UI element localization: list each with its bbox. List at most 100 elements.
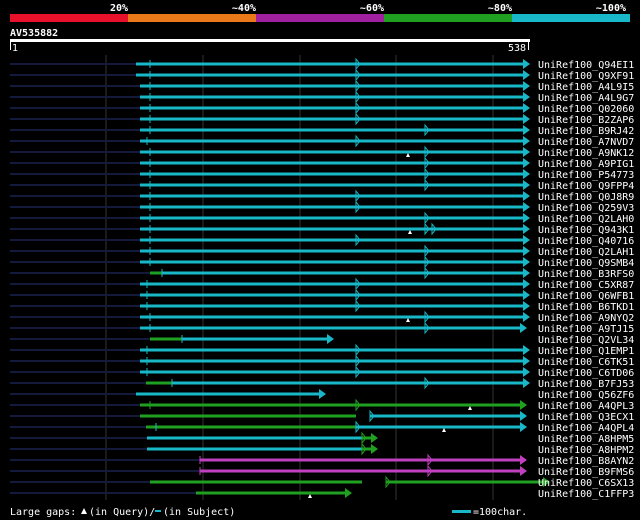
hit-row[interactable]: UniRef100_A4L9I5 (10, 79, 634, 93)
hit-label[interactable]: UniRef100_C5XR87 (538, 280, 634, 291)
hit-label[interactable]: UniRef100_Q1EMP1 (538, 346, 634, 357)
hit-label[interactable]: UniRef100_B2ZAP6 (538, 115, 634, 126)
hit-label[interactable]: UniRef100_Q9SMB4 (538, 258, 634, 269)
hit-label[interactable]: UniRef100_B6TKD1 (538, 302, 634, 313)
hit-row[interactable]: UniRef100_A9NYQ2 (10, 310, 634, 324)
hit-row[interactable]: UniRef100_Q9XF91 (10, 68, 634, 82)
hit-row[interactable]: UniRef100_B2ZAP6 (10, 112, 634, 126)
hit-label[interactable]: UniRef100_Q2LAH0 (538, 214, 634, 225)
hit-label[interactable]: UniRef100_A4L9I5 (538, 82, 634, 93)
strand-arrow-icon (520, 323, 527, 333)
hit-label[interactable]: UniRef100_Q2VL34 (538, 335, 634, 346)
hit-row[interactable]: UniRef100_B8AYN2 (10, 453, 634, 467)
hit-label[interactable]: UniRef100_Q56ZF6 (538, 390, 634, 401)
hit-row[interactable]: UniRef100_A4L9G7 (10, 90, 634, 104)
hit-label[interactable]: UniRef100_Q40716 (538, 236, 634, 247)
hit-label[interactable]: UniRef100_Q9FPP4 (538, 181, 634, 192)
hit-row[interactable]: UniRef100_C6TD06 (10, 365, 634, 379)
query-gap-marker-icon (81, 508, 87, 514)
unaligned-region (10, 151, 140, 153)
hit-label[interactable]: UniRef100_C1FFP3 (538, 489, 634, 500)
hit-row[interactable]: UniRef100_B6TKD1 (10, 299, 634, 313)
hit-row[interactable]: UniRef100_A9NK12 (10, 145, 634, 159)
hit-label[interactable]: UniRef100_C6TK51 (538, 357, 634, 368)
hit-label[interactable]: UniRef100_B9FMS6 (538, 467, 634, 478)
unaligned-region (10, 305, 140, 307)
legend-color-segment (256, 14, 384, 22)
query-gap-marker-icon (408, 230, 412, 234)
unaligned-region (10, 96, 140, 98)
hit-row[interactable]: UniRef100_Q3ECX1 (10, 409, 634, 423)
hit-label[interactable]: UniRef100_Q02060 (538, 104, 634, 115)
hit-label[interactable]: UniRef100_A4L9G7 (538, 93, 634, 104)
hit-label[interactable]: UniRef100_Q3ECX1 (538, 412, 634, 423)
alignment-segment (196, 491, 350, 495)
hit-row[interactable]: UniRef100_C6TK51 (10, 354, 634, 368)
hit-row[interactable]: UniRef100_Q94EI1 (10, 57, 634, 71)
unaligned-region (10, 140, 140, 142)
hit-label[interactable]: UniRef100_A9NK12 (538, 148, 634, 159)
hit-row[interactable]: UniRef100_Q943K1 (10, 222, 634, 236)
alignment-segment (172, 381, 528, 385)
alignment-segment (140, 139, 528, 143)
unaligned-region (10, 261, 140, 263)
hit-row[interactable]: UniRef100_C6SX13 (10, 475, 634, 489)
hit-row[interactable]: UniRef100_A8HPM2 (10, 442, 634, 456)
strand-arrow-icon (523, 312, 530, 322)
hit-row[interactable]: UniRef100_C5XR87 (10, 277, 634, 291)
hit-row[interactable]: UniRef100_Q56ZF6 (10, 389, 634, 401)
hit-row[interactable]: UniRef100_C1FFP3 (10, 488, 634, 500)
hit-label[interactable]: UniRef100_Q0J8R9 (538, 192, 634, 203)
hit-row[interactable]: UniRef100_Q40716 (10, 233, 634, 247)
hit-label[interactable]: UniRef100_A4QPL3 (538, 401, 634, 412)
hit-row[interactable]: UniRef100_Q2LAH1 (10, 244, 634, 258)
strand-arrow-icon (523, 59, 530, 69)
hit-row[interactable]: UniRef100_Q6WFB1 (10, 288, 634, 302)
alignment-segment (140, 370, 528, 374)
hit-label[interactable]: UniRef100_B8AYN2 (538, 456, 634, 467)
hit-row[interactable]: UniRef100_Q259V3 (10, 200, 634, 214)
hit-row[interactable]: UniRef100_A7NVD7 (10, 134, 634, 148)
hit-row[interactable]: UniRef100_Q02060 (10, 101, 634, 115)
strand-arrow-icon (345, 488, 352, 498)
hit-label[interactable]: UniRef100_A9PIG1 (538, 159, 634, 170)
hit-row[interactable]: UniRef100_B9RJ42 (10, 123, 634, 137)
hit-row[interactable]: UniRef100_Q2VL34 (10, 334, 634, 346)
hit-label[interactable]: UniRef100_A8HPM2 (538, 445, 634, 456)
hit-row[interactable]: UniRef100_B9FMS6 (10, 464, 634, 478)
hit-row[interactable]: UniRef100_B3RFS0 (10, 266, 634, 280)
hit-label[interactable]: UniRef100_A8HPM5 (538, 434, 634, 445)
hit-label[interactable]: UniRef100_Q94EI1 (538, 60, 634, 71)
hit-row[interactable]: UniRef100_B7FJ53 (10, 376, 634, 390)
hit-label[interactable]: UniRef100_Q2LAH1 (538, 247, 634, 258)
hit-row[interactable]: UniRef100_Q9SMB4 (10, 255, 634, 269)
hit-label[interactable]: UniRef100_A9NYQ2 (538, 313, 634, 324)
hit-row[interactable]: UniRef100_P54773 (10, 167, 634, 181)
hit-label[interactable]: UniRef100_A7NVD7 (538, 137, 634, 148)
hit-label[interactable]: UniRef100_B9RJ42 (538, 126, 634, 137)
hit-label[interactable]: UniRef100_A9TJ15 (538, 324, 634, 335)
strand-arrow-icon (523, 125, 530, 135)
hit-label[interactable]: UniRef100_B3RFS0 (538, 269, 634, 280)
hit-label[interactable]: UniRef100_P54773 (538, 170, 634, 181)
hit-row[interactable]: UniRef100_A9TJ15 (10, 321, 634, 335)
hit-label[interactable]: UniRef100_C6TD06 (538, 368, 634, 379)
hit-row[interactable]: UniRef100_Q1EMP1 (10, 343, 634, 357)
hit-row[interactable]: UniRef100_A9PIG1 (10, 156, 634, 170)
alignment-segment (356, 403, 525, 407)
hit-row[interactable]: UniRef100_A4QPL3 (10, 398, 634, 412)
hit-label[interactable]: UniRef100_Q259V3 (538, 203, 634, 214)
hit-label[interactable]: UniRef100_A4QPL4 (538, 423, 634, 434)
hit-label[interactable]: UniRef100_B7FJ53 (538, 379, 634, 390)
hit-row[interactable]: UniRef100_A8HPM5 (10, 431, 634, 445)
hit-row[interactable]: UniRef100_Q0J8R9 (10, 189, 634, 203)
hit-label[interactable]: UniRef100_Q943K1 (538, 225, 634, 236)
hit-row[interactable]: UniRef100_A4QPL4 (10, 420, 634, 434)
hit-label[interactable]: UniRef100_C6SX13 (538, 478, 634, 489)
hit-label[interactable]: UniRef100_Q9XF91 (538, 71, 634, 82)
alignment-segment (140, 249, 528, 253)
hit-row[interactable]: UniRef100_Q9FPP4 (10, 178, 634, 192)
hit-label[interactable]: UniRef100_Q6WFB1 (538, 291, 634, 302)
hit-row[interactable]: UniRef100_Q2LAH0 (10, 211, 634, 225)
unaligned-region (10, 63, 136, 65)
